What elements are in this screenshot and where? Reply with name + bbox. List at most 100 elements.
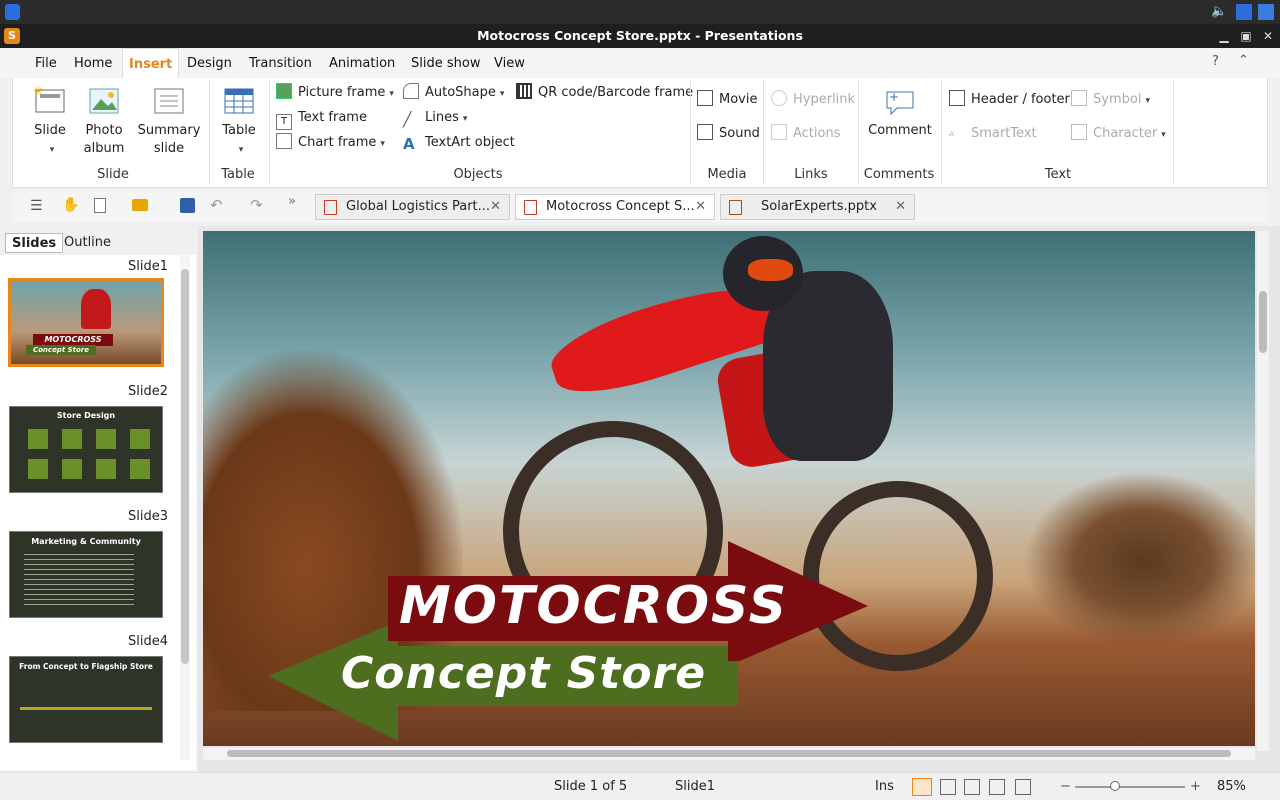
close-tab-icon[interactable]: ✕ [695,195,706,219]
hyperlink-button[interactable]: Hyperlink [771,89,855,111]
qr-barcode-button[interactable]: QR code/Barcode frame [516,82,693,104]
zoom-level[interactable]: 85% [1217,773,1246,800]
textart-button[interactable]: A TextArt object [403,132,515,154]
actions-button[interactable]: Actions [771,123,841,145]
lines-button[interactable]: ╱ Lines ▾ [403,107,467,129]
slide-thumbnail-3[interactable]: Marketing & Community [9,531,163,618]
zoom-in-icon[interactable]: + [1190,773,1201,800]
display-icon[interactable] [1258,4,1274,20]
symbol-button[interactable]: Symbol ▾ [1071,89,1150,111]
slide-canvas[interactable]: MOTOCROSS Concept Store [203,231,1255,746]
new-document-icon[interactable] [94,198,106,213]
close-icon[interactable]: ✕ [1257,24,1279,48]
pptx-file-icon [729,200,742,215]
save-icon[interactable] [180,198,195,213]
app-launcher-icon[interactable] [5,4,20,20]
slides-panel: Slides Outline Slide1 MOTOCROSS Concept … [0,230,198,770]
quick-access-toolbar: ☰ ✋ ↶ ↷ » Global Logistics Part... ✕ Moto… [12,192,1268,222]
doc-tab-active[interactable]: Motocross Concept S... ✕ [515,194,715,220]
vertical-scrollbar[interactable] [1257,231,1269,751]
menu-insert[interactable]: Insert [122,48,180,79]
undo-icon[interactable]: ↶ [210,196,223,214]
network-icon[interactable] [1236,4,1252,20]
menu-view[interactable]: View [488,48,531,78]
photo-album-icon [89,88,119,114]
summary-slide-button[interactable]: Summary slide [137,86,201,158]
header-footer-button[interactable]: Header / footer [949,89,1070,111]
slide-title[interactable]: MOTOCROSS [399,576,788,636]
menu-slideshow[interactable]: Slide show [405,48,486,78]
photo-album-button[interactable]: Photo album [79,86,129,158]
system-bar: 🔈 [0,0,1280,24]
insert-mode[interactable]: Ins [875,773,894,800]
volume-icon[interactable]: 🔈 [1211,4,1227,20]
horizontal-scrollbar[interactable] [203,748,1255,760]
collapse-ribbon-icon[interactable]: ⌃ [1238,53,1249,68]
slideshow-icon[interactable] [1015,779,1031,795]
group-label-table: Table [221,167,255,182]
handout-view-icon[interactable] [989,779,1005,795]
slide-name: Slide1 [675,779,715,794]
qr-code-icon [516,83,532,99]
picture-frame-button[interactable]: Picture frame ▾ [276,82,394,104]
character-button[interactable]: Character ▾ [1071,123,1166,145]
app-icon: S [4,28,20,44]
menu-animation[interactable]: Animation [323,48,401,78]
normal-view-icon[interactable] [912,778,932,796]
open-folder-icon[interactable] [132,199,148,211]
zoom-slider[interactable] [1075,786,1185,788]
menu-transition[interactable]: Transition [243,48,318,78]
menu-home[interactable]: Home [68,48,118,78]
tab-outline[interactable]: Outline [58,233,117,253]
tab-slides[interactable]: Slides [5,233,64,253]
menu-file[interactable]: File [29,48,63,78]
close-tab-icon[interactable]: ✕ [490,195,501,219]
symbol-icon [1071,90,1087,106]
vertical-scrollbar-thumb[interactable] [1259,291,1267,353]
lines-icon: ╱ [403,112,412,128]
horizontal-scrollbar-thumb[interactable] [227,750,1231,757]
hand-tool-icon[interactable]: ✋ [62,197,79,213]
close-tab-icon[interactable]: ✕ [895,195,906,219]
panel-scrollbar[interactable] [180,255,190,760]
smarttext-button[interactable]: ᴬ SmartText [949,123,1037,145]
slide-sorter-icon[interactable] [940,779,956,795]
movie-button[interactable]: Movie [697,89,757,111]
character-icon [1071,124,1087,140]
ribbon-separator [941,80,942,184]
panel-scrollbar-thumb[interactable] [181,269,189,664]
bushes-image [1023,471,1255,651]
doc-tab[interactable]: SolarExperts.pptx ✕ [720,194,915,220]
table-icon [224,88,254,114]
help-icon[interactable]: ? [1212,54,1219,69]
chart-frame-button[interactable]: Chart frame ▾ [276,132,385,154]
slide-thumbnail-4[interactable]: From Concept to Flagship Store [9,656,163,743]
slide-thumbnail-2[interactable]: Store Design [9,406,163,493]
redo-icon[interactable]: ↷ [250,196,263,214]
more-tools-icon[interactable]: » [288,194,296,209]
hyperlink-icon [771,90,787,106]
insert-slide-button[interactable]: ✳ Slide ▾ [27,84,73,159]
doc-tab[interactable]: Global Logistics Part... ✕ [315,194,510,220]
minimize-icon[interactable]: ▁ [1213,24,1235,48]
comment-button[interactable]: + Comment [867,86,933,140]
slide-icon: ✳ [33,84,65,113]
autoshape-button[interactable]: AutoShape ▾ [403,82,504,104]
sound-button[interactable]: Sound [697,123,760,145]
group-label-media: Media [707,167,747,182]
table-button[interactable]: Table ▾ [217,86,261,159]
zoom-slider-handle[interactable] [1110,781,1120,791]
svg-text:+: + [889,90,899,104]
slide-label: Slide [34,123,66,138]
notes-view-icon[interactable] [964,779,980,795]
svg-text:✳: ✳ [33,86,43,98]
menu-design[interactable]: Design [181,48,238,78]
text-frame-button[interactable]: T Text frame [276,107,367,130]
movie-icon [697,90,713,106]
slide-subtitle[interactable]: Concept Store [341,648,706,699]
sidebar-toggle-icon[interactable]: ☰ [30,198,43,214]
maximize-icon[interactable]: ▣ [1235,24,1257,48]
slide-thumbnail-1[interactable]: MOTOCROSS Concept Store [8,278,164,367]
zoom-out-icon[interactable]: − [1060,773,1071,800]
chart-frame-icon [276,133,292,149]
